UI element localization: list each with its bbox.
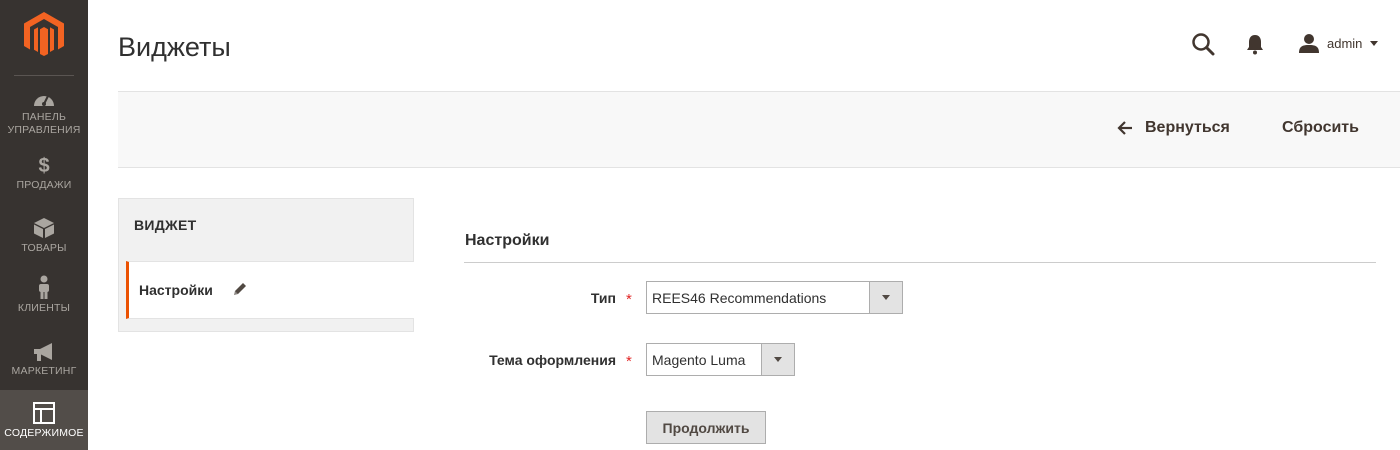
user-icon [39,275,49,299]
tab-settings[interactable]: Настройки [126,261,414,319]
sidebar-item-sales[interactable]: $ ПРОДАЖИ [0,156,88,196]
layout-icon [33,402,55,424]
required-mark: * [626,291,632,308]
type-select[interactable]: REES46 Recommendations [646,281,903,314]
admin-username: admin [1327,35,1363,51]
magento-logo-icon[interactable] [24,12,64,56]
sidebar-item-products[interactable]: ТОВАРЫ [0,217,88,257]
sidebar-item-content[interactable]: СОДЕРЖИМОЕ [0,390,88,450]
sidebar-item-marketing[interactable]: МАРКЕТИНГ [0,342,88,382]
sidebar-item-label: ПРОДАЖИ [16,179,72,191]
chevron-down-icon[interactable] [761,344,794,375]
type-select-value: REES46 Recommendations [652,290,827,306]
dollar-icon: $ [38,155,50,177]
pencil-icon [234,283,246,295]
tabs-title: ВИДЖЕТ [134,217,197,233]
admin-user-menu[interactable]: admin [1299,32,1379,54]
sidebar-item-label: СОДЕРЖИМОЕ [4,427,84,439]
tab-label: Настройки [139,282,213,298]
sidebar-item-dashboard[interactable]: ПАНЕЛЬ УПРАВЛЕНИЯ [0,90,88,142]
continue-button[interactable]: Продолжить [646,411,766,444]
required-mark: * [626,353,632,370]
theme-label: Тема оформления [489,352,616,368]
admin-sidebar: ПАНЕЛЬ УПРАВЛЕНИЯ $ ПРОДАЖИ ТОВАРЫ КЛИЕН… [0,0,88,450]
sidebar-item-label: ПАНЕЛЬ УПРАВЛЕНИЯ [7,111,81,136]
back-button-label: Вернуться [1145,119,1230,136]
search-icon[interactable] [1191,32,1215,56]
box-icon [34,218,54,238]
page-title: Виджеты [118,32,231,62]
sidebar-item-label: ТОВАРЫ [21,242,67,254]
bell-icon[interactable] [1245,33,1265,55]
theme-select-value: Magento Luma [652,352,746,368]
chevron-down-icon [1370,40,1379,46]
type-label: Тип [590,290,616,306]
chevron-down-icon[interactable] [869,282,902,313]
section-divider [464,262,1376,263]
sidebar-item-customers[interactable]: КЛИЕНТЫ [0,275,88,319]
section-title: Настройки [465,232,550,249]
reset-button[interactable]: Сбросить [1282,119,1359,137]
user-avatar-icon [1299,34,1319,53]
back-button[interactable]: Вернуться [1117,119,1230,137]
dashboard-icon [34,95,54,106]
arrow-left-icon [1117,121,1132,135]
sidebar-item-label: МАРКЕТИНГ [11,365,77,377]
sidebar-item-label: КЛИЕНТЫ [17,302,71,314]
logo-divider [14,75,74,76]
megaphone-icon [34,343,52,361]
theme-select[interactable]: Magento Luma [646,343,795,376]
